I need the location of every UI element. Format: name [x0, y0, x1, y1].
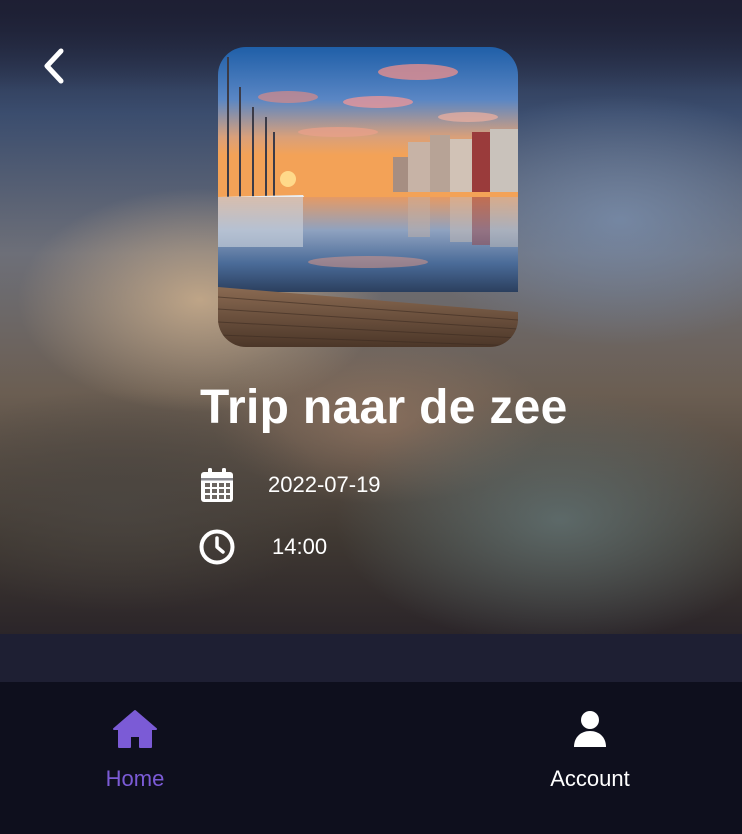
- trip-time: 14:00: [272, 534, 328, 559]
- calendar-icon: [198, 466, 236, 504]
- trip-title: Trip naar de zee: [200, 381, 568, 434]
- trip-cover-image: [218, 47, 518, 347]
- back-button[interactable]: [36, 44, 72, 88]
- bottom-navigation: Home Account: [0, 682, 742, 834]
- trip-detail-screen: Trip naar de zee 2022-07-19 14:00 Home A…: [0, 0, 742, 834]
- nav-label-home: Home: [105, 766, 165, 791]
- home-icon: [112, 706, 158, 752]
- user-icon: [567, 706, 613, 752]
- nav-label-account: Account: [550, 766, 630, 791]
- chevron-left-icon: [44, 48, 64, 84]
- nav-item-account[interactable]: Account: [510, 706, 670, 792]
- trip-time-row: 14:00: [198, 528, 327, 566]
- clock-icon: [198, 528, 236, 566]
- trip-date: 2022-07-19: [268, 472, 381, 497]
- trip-date-row: 2022-07-19: [198, 466, 381, 504]
- nav-item-home[interactable]: Home: [55, 706, 215, 792]
